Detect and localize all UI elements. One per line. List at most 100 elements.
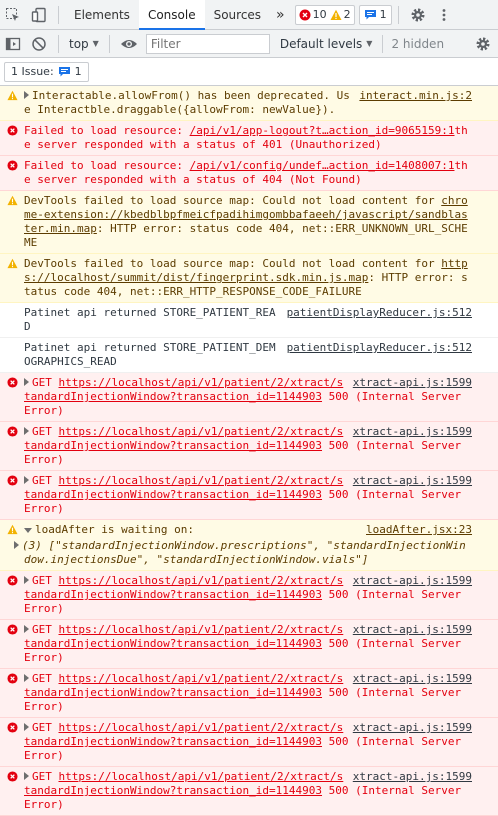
method-text: GET [32,425,52,438]
error-count: 10 [299,8,327,21]
source-link[interactable]: xtract-api.js:1599 [353,376,472,390]
warning-message: loadAfter.jsx:23 loadAfter is waiting on:… [0,520,498,571]
message-icon [364,9,376,19]
expand-triangle-icon[interactable] [24,476,29,484]
issue-counter[interactable]: 10 2 [294,4,355,25]
live-expression-eye-icon[interactable] [116,31,142,57]
error-icon [7,125,18,136]
error-icon [7,722,18,733]
warning-message: DevTools failed to load source map: Coul… [0,254,498,303]
issues-label: 1 Issue: [11,65,54,78]
request-url-link[interactable]: https://localhost/api/v1/patient/2/xtrac… [24,770,343,797]
tab-sources[interactable]: Sources [205,0,270,30]
error-count-text: 10 [312,8,327,21]
issues-button[interactable]: 1 Issue: 1 [4,61,89,82]
log-levels-value: Default levels [279,36,363,51]
error-message: xtract-api.js:1599 GET https://localhost/… [0,718,498,767]
error-icon [7,771,18,782]
error-icon [7,475,18,486]
error-message: xtract-api.js:1599 GET https://localhost/… [0,620,498,669]
clear-console-icon[interactable] [26,31,52,57]
warning-message: interact.min.js:2 Interactable.allowFrom(… [0,86,498,121]
expand-triangle-icon[interactable] [24,625,29,633]
devtools-tabbar: Elements Console Sources » 10 2 1 [0,0,498,30]
sidebar-toggle-icon[interactable] [0,31,26,57]
info-count-text: 1 [379,8,387,21]
divider [58,5,59,24]
expand-triangle-icon[interactable] [24,674,29,682]
source-link[interactable]: xtract-api.js:1599 [353,672,472,686]
expand-triangle-icon[interactable] [24,772,29,780]
chevron-down-icon: ▼ [92,39,99,48]
message-text: DevTools failed to load source map: Coul… [24,194,442,207]
more-tabs-button[interactable]: » [270,0,291,30]
request-url-link[interactable]: https://localhost/api/v1/patient/2/xtrac… [24,574,343,601]
method-text: GET [32,376,52,389]
expand-triangle-icon[interactable] [14,541,19,549]
tab-elements[interactable]: Elements [65,0,139,30]
error-message: Failed to load resource: /api/v1/config/… [0,156,498,191]
inspect-element-icon[interactable] [0,2,26,28]
source-link[interactable]: xtract-api.js:1599 [353,574,472,588]
error-icon [7,624,18,635]
array-value: (3) ["standardInjectionWindow.prescripti… [22,539,466,566]
message-text: Failed to load resource: [24,124,190,137]
message-text: Interactable.allowFrom() has been deprec… [24,89,350,116]
warning-count-text: 2 [343,8,351,21]
expand-triangle-icon[interactable] [24,427,29,435]
error-message: Failed to load resource: /api/v1/app-log… [0,121,498,156]
error-message: xtract-api.js:1599 GET https://localhost/… [0,422,498,471]
console-messages: interact.min.js:2 Interactable.allowFrom(… [0,86,498,816]
method-text: GET [32,721,52,734]
source-link[interactable]: patientDisplayReducer.js:512 [287,341,472,355]
warning-icon [7,90,18,101]
error-message: xtract-api.js:1599 GET https://localhost/… [0,571,498,620]
request-url-link[interactable]: https://localhost/api/v1/patient/2/xtrac… [24,376,343,403]
expand-triangle-icon[interactable] [24,723,29,731]
context-selector[interactable]: top ▼ [65,37,103,51]
more-options-icon[interactable] [431,2,457,28]
issues-bar: 1 Issue: 1 [0,58,498,86]
source-link[interactable]: xtract-api.js:1599 [353,623,472,637]
message-text: Failed to load resource: [24,159,190,172]
request-url-link[interactable]: https://localhost/api/v1/patient/2/xtrac… [24,721,343,748]
request-url-link[interactable]: https://localhost/api/v1/patient/2/xtrac… [24,474,343,501]
resource-link[interactable]: /api/v1/app-logout?t…action_id=9065159:1 [190,124,455,137]
resource-link[interactable]: /api/v1/config/undef…action_id=1408007:1 [190,159,455,172]
warning-message: DevTools failed to load source map: Coul… [0,191,498,254]
expand-triangle-icon[interactable] [24,576,29,584]
method-text: GET [32,474,52,487]
info-message: patientDisplayReducer.js:512 Patinet api … [0,338,498,373]
settings-gear-icon[interactable] [405,2,431,28]
log-levels-dropdown[interactable]: Default levels ▼ [276,37,377,51]
source-link[interactable]: xtract-api.js:1599 [353,474,472,488]
issues-badge[interactable]: 1 [358,4,392,25]
method-text: GET [32,574,52,587]
divider [58,34,59,53]
message-icon [58,66,70,76]
console-toolbar: top ▼ Default levels ▼ 2 hidden [0,30,498,58]
method-text: GET [32,672,52,685]
array-preview[interactable]: (3) ["standardInjectionWindow.prescripti… [14,539,472,567]
request-url-link[interactable]: https://localhost/api/v1/patient/2/xtrac… [24,623,343,650]
source-link[interactable]: xtract-api.js:1599 [353,770,472,784]
expand-triangle-icon[interactable] [24,91,29,99]
source-link[interactable]: patientDisplayReducer.js:512 [287,306,472,320]
filter-input[interactable] [145,33,270,54]
source-link[interactable]: xtract-api.js:1599 [353,425,472,439]
request-url-link[interactable]: https://localhost/api/v1/patient/2/xtrac… [24,425,343,452]
expand-triangle-icon[interactable] [24,378,29,386]
message-text: Patinet api returned STORE_PATIENT_READ [24,306,276,333]
console-settings-gear-icon[interactable] [470,31,496,57]
hidden-count: 2 hidden [391,36,445,51]
request-url-link[interactable]: https://localhost/api/v1/patient/2/xtrac… [24,672,343,699]
source-link[interactable]: loadAfter.jsx:23 [366,523,472,537]
method-text: GET [32,770,52,783]
error-icon [7,377,18,388]
tab-console[interactable]: Console [138,0,205,30]
source-link[interactable]: xtract-api.js:1599 [353,721,472,735]
error-icon [299,9,311,20]
source-link[interactable]: interact.min.js:2 [359,89,472,103]
device-toolbar-icon[interactable] [26,2,52,28]
expand-triangle-icon[interactable] [24,528,32,533]
